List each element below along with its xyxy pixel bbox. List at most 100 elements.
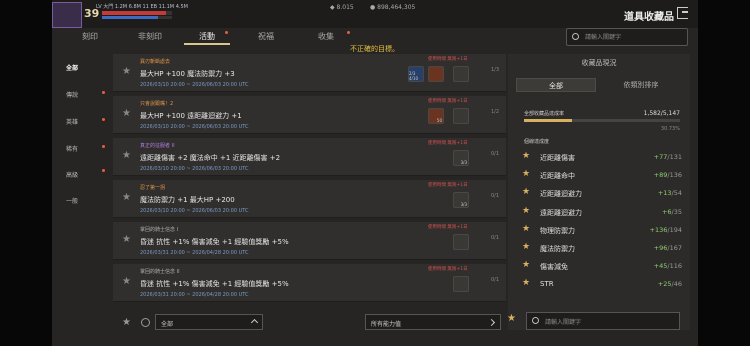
list-item[interactable]: ★ 忍了第一拐 魔法防禦力 +1 最大HP +200 2026/03/10 20… bbox=[113, 180, 506, 218]
panel-search-placeholder: 請輸入關鍵字 bbox=[545, 319, 582, 326]
stat-value: +96/167 bbox=[654, 244, 682, 252]
star-icon[interactable]: ★ bbox=[522, 224, 530, 234]
item-slot[interactable]: 50 bbox=[428, 108, 444, 124]
item-fraction: 0/1 bbox=[491, 193, 500, 199]
grade-filter-dropdown[interactable]: 全部 bbox=[155, 314, 263, 330]
item-slot[interactable] bbox=[453, 108, 469, 124]
list-item[interactable]: ★ 只會說跟嘴！2 最大HP +100 遠距離迴避力 +1 2026/03/10… bbox=[113, 96, 506, 134]
star-icon[interactable]: ★ bbox=[122, 66, 131, 77]
star-icon[interactable]: ★ bbox=[522, 151, 530, 161]
gold-currency: ● 898,464,305 bbox=[370, 4, 416, 11]
star-icon[interactable]: ★ bbox=[122, 150, 131, 161]
category-normal[interactable]: 一般 bbox=[66, 196, 78, 205]
lock-icon[interactable] bbox=[141, 318, 150, 327]
stat-gain: +6 bbox=[661, 207, 672, 216]
star-icon[interactable]: ★ bbox=[522, 206, 530, 216]
item-tag: 異刃斬斷處去 bbox=[140, 59, 171, 65]
item-note: 使用時間 無限+1日 bbox=[428, 183, 468, 188]
category-legend-dot bbox=[102, 91, 105, 94]
stat-row[interactable]: ★ 魔法防禦力 +96/167 bbox=[522, 241, 682, 256]
stat-value: +89/136 bbox=[654, 171, 682, 179]
slot-count: 3/3 bbox=[460, 202, 467, 207]
list-item[interactable]: ★ 掌回的騎士信念 II 昏迷 抗性 +1% 傷害減免 +1 經驗值獎勵 +5%… bbox=[113, 264, 506, 302]
tab-engraved[interactable]: 刻印 bbox=[70, 28, 110, 45]
star-icon[interactable]: ★ bbox=[122, 234, 131, 245]
exit-icon[interactable] bbox=[677, 7, 688, 19]
item-note: 使用時間 無限+1日 bbox=[428, 141, 468, 146]
stat-row[interactable]: ★ STR +25/46 bbox=[522, 277, 682, 292]
item-slot[interactable]: 2/3 4/10 bbox=[408, 66, 424, 82]
category-hero[interactable]: 英雄 bbox=[66, 117, 78, 126]
progress-bar bbox=[524, 119, 680, 122]
list-item[interactable]: ★ 掌回的騎士信念 I 昏迷 抗性 +1% 傷害減免 +1 經驗值獎勵 +5% … bbox=[113, 222, 506, 260]
search-input[interactable]: 請輸入關鍵字 bbox=[566, 28, 688, 46]
list-item[interactable]: ★ 真正的征服者 II 遠距離傷害 +2 魔法命中 +1 近距離傷害 +2 20… bbox=[113, 138, 506, 176]
stat-gain: +45 bbox=[653, 262, 668, 271]
stat-row[interactable]: ★ 近距離傷害 +77/131 bbox=[522, 150, 682, 165]
stat-total: /116 bbox=[667, 262, 682, 271]
tab-collect-label: 收集 bbox=[318, 32, 334, 41]
star-icon[interactable]: ★ bbox=[522, 187, 530, 197]
list-item[interactable]: ★ 異刃斬斷處去 最大HP +100 魔法防禦力 +3 2026/03/10 2… bbox=[113, 54, 506, 92]
slot-count: 2/3 4/10 bbox=[409, 71, 418, 81]
star-icon[interactable]: ★ bbox=[522, 260, 530, 270]
collection-list: ★ 異刃斬斷處去 最大HP +100 魔法防禦力 +3 2026/03/10 2… bbox=[113, 54, 506, 310]
category-legend[interactable]: 傳說 bbox=[66, 90, 78, 99]
star-icon[interactable]: ★ bbox=[122, 108, 131, 119]
category-rare[interactable]: 稀有 bbox=[66, 144, 78, 153]
star-icon[interactable]: ★ bbox=[522, 169, 530, 179]
category-advanced-dot bbox=[102, 169, 105, 172]
tab-blessing[interactable]: 祝福 bbox=[246, 28, 286, 45]
item-fraction: 0/1 bbox=[491, 151, 500, 157]
star-icon[interactable]: ★ bbox=[122, 192, 131, 203]
hp-bar bbox=[102, 11, 172, 15]
tab-collect[interactable]: 收集 bbox=[306, 28, 350, 45]
stat-gain: +96 bbox=[653, 244, 668, 252]
item-slot[interactable]: 3/3 bbox=[453, 192, 469, 208]
item-date: 2026/03/10 20:00 ~ 2026/06/03 20:00 UTC bbox=[140, 166, 249, 172]
panel-search-input[interactable]: 請輸入關鍵字 bbox=[526, 312, 680, 330]
search-placeholder: 請輸入關鍵字 bbox=[585, 34, 622, 41]
stat-total: /136 bbox=[667, 171, 682, 180]
slot-count: 3/3 bbox=[460, 160, 467, 165]
stat-row[interactable]: ★ 傷害減免 +45/116 bbox=[522, 259, 682, 274]
stat-name: STR bbox=[540, 280, 554, 289]
item-stats: 魔法防禦力 +1 最大HP +200 bbox=[140, 196, 235, 204]
category-all[interactable]: 全部 bbox=[66, 63, 78, 72]
tab-non-engraved[interactable]: 非刻印 bbox=[130, 28, 170, 45]
stat-value: +77/131 bbox=[654, 153, 682, 161]
warning-message: 不正確的目標。 bbox=[350, 45, 399, 53]
item-slot[interactable] bbox=[453, 276, 469, 292]
stat-total: /167 bbox=[667, 244, 682, 252]
stat-filter-dropdown[interactable]: 所有能力值 bbox=[365, 314, 501, 330]
tab-panel-sort[interactable]: 依類別排序 bbox=[600, 78, 682, 92]
item-tag: 真正的征服者 II bbox=[140, 143, 175, 149]
tab-event[interactable]: 活動 bbox=[184, 28, 230, 45]
stat-value: +6/35 bbox=[662, 208, 682, 216]
gold-value: 898,464,305 bbox=[377, 4, 416, 11]
item-note: 使用時間 無限+1日 bbox=[428, 57, 468, 62]
stat-row[interactable]: ★ 近距離命中 +89/136 bbox=[522, 168, 682, 183]
avatar[interactable] bbox=[52, 2, 82, 28]
item-note: 使用時間 無限+1日 bbox=[428, 225, 468, 230]
item-slot[interactable] bbox=[428, 66, 444, 82]
tab-event-alert-dot bbox=[225, 31, 228, 34]
stat-name: 物理防禦力 bbox=[540, 226, 575, 235]
tab-event-label: 活動 bbox=[199, 32, 215, 41]
stat-row[interactable]: ★ 遠距離迴避力 +6/35 bbox=[522, 205, 682, 220]
stat-total: /131 bbox=[667, 153, 682, 161]
star-icon[interactable]: ★ bbox=[122, 276, 131, 287]
left-letterbox bbox=[0, 0, 52, 346]
item-slot[interactable]: 3/3 bbox=[453, 150, 469, 166]
tab-panel-all[interactable]: 全部 bbox=[516, 78, 596, 92]
category-advanced[interactable]: 高級 bbox=[66, 170, 78, 179]
stat-row[interactable]: ★ 近距離迴避力 +13/54 bbox=[522, 186, 682, 201]
stat-row[interactable]: ★ 物理防禦力 +136/194 bbox=[522, 223, 682, 238]
app-root: 39 LV 大門 1.2M 6.8M 11 EB 11.1M 4.5M ◆ 8.… bbox=[0, 0, 750, 346]
star-icon[interactable]: ★ bbox=[522, 242, 530, 252]
favorite-filter-star-icon[interactable]: ★ bbox=[122, 317, 131, 328]
item-slot[interactable] bbox=[453, 234, 469, 250]
item-slot[interactable] bbox=[453, 66, 469, 82]
favorite-star-icon[interactable]: ★ bbox=[507, 313, 516, 324]
star-icon[interactable]: ★ bbox=[522, 278, 530, 288]
